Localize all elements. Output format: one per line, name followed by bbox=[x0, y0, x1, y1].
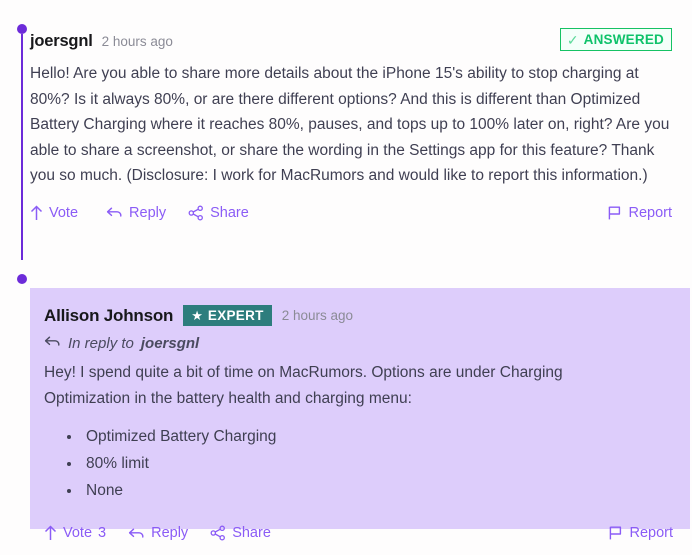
in-reply-to-target[interactable]: joersgnl bbox=[141, 335, 199, 352]
report-label: Report bbox=[628, 204, 672, 221]
share-label: Share bbox=[232, 525, 271, 542]
share-nodes-icon bbox=[188, 205, 204, 221]
in-reply-to-prefix: In reply to bbox=[68, 334, 134, 352]
comment-actions-root: Vote Reply Share Report bbox=[30, 203, 682, 223]
comment-timestamp: 2 hours ago bbox=[101, 33, 173, 49]
flag-icon bbox=[607, 205, 622, 221]
list-item: 80% limit bbox=[82, 450, 690, 477]
options-list: Optimized Battery Charging 80% limit Non… bbox=[44, 423, 690, 504]
status-badge-label: ANSWERED bbox=[583, 32, 664, 47]
vote-label: Vote bbox=[49, 204, 79, 221]
comment-thread: joersgnl 2 hours ago ✓ ANSWERED Hello! A… bbox=[0, 0, 692, 555]
comment-reply: Allison Johnson ★ EXPERT 2 hours ago In … bbox=[30, 288, 690, 541]
thread-marker-dot-reply bbox=[17, 274, 27, 284]
report-button[interactable]: Report bbox=[608, 525, 673, 541]
comment-actions-reply: Vote 3 Reply Share Report bbox=[44, 523, 690, 543]
vote-button[interactable]: Vote 3 bbox=[44, 525, 106, 541]
comment-root: joersgnl 2 hours ago ✓ ANSWERED Hello! A… bbox=[30, 28, 682, 223]
arrow-up-icon bbox=[44, 525, 57, 541]
expert-badge: ★ EXPERT bbox=[183, 305, 272, 326]
list-item: Optimized Battery Charging bbox=[82, 423, 690, 450]
thread-rail-root bbox=[21, 34, 23, 260]
vote-button[interactable]: Vote bbox=[30, 205, 84, 221]
reply-label: Reply bbox=[151, 525, 189, 542]
check-icon: ✓ bbox=[566, 31, 579, 48]
author-name[interactable]: Allison Johnson bbox=[44, 306, 173, 326]
report-button[interactable]: Report bbox=[607, 205, 672, 221]
share-button[interactable]: Share bbox=[188, 205, 249, 221]
arrow-up-icon bbox=[30, 205, 43, 221]
comment-header-reply: Allison Johnson ★ EXPERT 2 hours ago bbox=[44, 304, 690, 327]
reply-arrow-icon bbox=[106, 205, 123, 220]
comment-body: Hey! I spend quite a bit of time on MacR… bbox=[44, 364, 563, 407]
reply-arrow-icon bbox=[44, 334, 61, 352]
in-reply-to: In reply to joersgnl bbox=[44, 334, 690, 352]
reply-button[interactable]: Reply bbox=[128, 525, 188, 541]
comment-body: Hello! Are you able to share more detail… bbox=[30, 65, 670, 185]
expert-badge-label: EXPERT bbox=[207, 308, 264, 323]
author-name[interactable]: joersgnl bbox=[30, 32, 93, 51]
share-label: Share bbox=[210, 204, 249, 221]
flag-icon bbox=[608, 525, 623, 541]
reply-arrow-icon bbox=[128, 526, 145, 541]
star-icon: ★ bbox=[191, 308, 203, 323]
vote-count: 3 bbox=[98, 525, 107, 542]
share-button[interactable]: Share bbox=[210, 525, 271, 541]
list-item: None bbox=[82, 477, 690, 504]
comment-timestamp: 2 hours ago bbox=[281, 308, 354, 323]
status-badge-answered: ✓ ANSWERED bbox=[559, 28, 672, 51]
report-label: Report bbox=[629, 525, 673, 542]
reply-button[interactable]: Reply bbox=[106, 205, 166, 221]
share-nodes-icon bbox=[210, 525, 226, 541]
vote-label: Vote bbox=[63, 525, 93, 542]
thread-marker-dot-root bbox=[17, 24, 27, 34]
comment-header-root: joersgnl 2 hours ago ✓ ANSWERED bbox=[30, 28, 682, 52]
reply-label: Reply bbox=[129, 204, 167, 221]
